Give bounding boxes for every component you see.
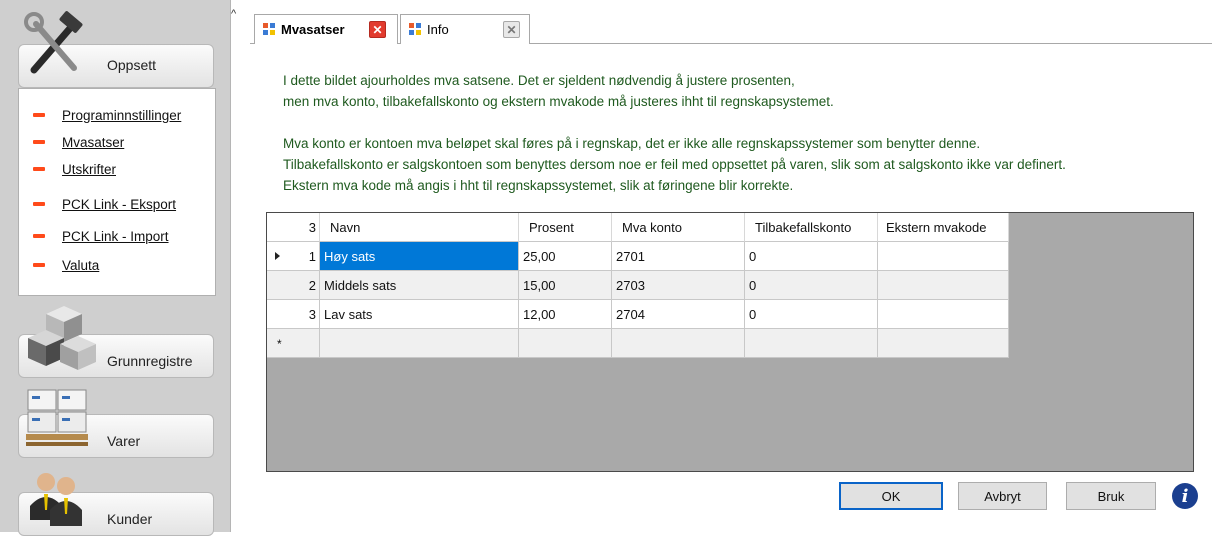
bullet-dash — [33, 263, 45, 267]
form-icon — [263, 23, 276, 36]
oppsett-menu-panel: Programinnstillinger Mvasatser Utskrifte… — [18, 88, 216, 296]
description-line: Tilbakefallskonto er salgskontoen som be… — [283, 157, 1066, 172]
row-number: 1 — [267, 242, 320, 271]
tab-label: Info — [427, 22, 449, 37]
tab-info[interactable]: Info ✕ — [400, 14, 530, 44]
menu-item-pck-link-import[interactable]: PCK Link - Import — [33, 226, 169, 246]
cubes-icon — [28, 306, 96, 370]
cell-tilbakefallskonto[interactable]: 0 — [745, 300, 878, 329]
cell-prosent[interactable] — [519, 329, 612, 358]
boxes-pallet-icon — [26, 389, 88, 446]
cell-mva-konto[interactable] — [612, 329, 745, 358]
group-grunnregistre-label: Grunnregistre — [107, 353, 193, 369]
bullet-dash — [33, 113, 45, 117]
tab-mvasatser[interactable]: Mvasatser ✕ — [254, 14, 398, 44]
row-count-header: 3 — [267, 213, 320, 242]
avbryt-button[interactable]: Avbryt — [958, 482, 1047, 510]
table-row[interactable]: 3 Lav sats 12,00 2704 0 — [267, 300, 1009, 329]
sidebar: Oppsett Programinnstillinger Mvasatser U… — [0, 0, 231, 536]
column-header-tilbakefallskonto[interactable]: Tilbakefallskonto — [745, 213, 878, 242]
row-number: 3 — [267, 300, 320, 329]
menu-item-mvasatser[interactable]: Mvasatser — [33, 132, 124, 152]
cell-mva-konto[interactable]: 2704 — [612, 300, 745, 329]
bullet-dash — [33, 140, 45, 144]
ok-button[interactable]: OK — [839, 482, 943, 510]
group-varer-label: Varer — [107, 433, 141, 449]
menu-item-label: Programinnstillinger — [62, 107, 182, 123]
bullet-dash — [33, 202, 45, 206]
table-row[interactable]: 1 Høy sats 25,00 2701 0 — [267, 242, 1009, 271]
cell-ekstern-mvakode[interactable] — [878, 329, 1009, 358]
cell-navn[interactable] — [320, 329, 519, 358]
cell-prosent[interactable]: 25,00 — [519, 242, 612, 271]
close-tab-icon[interactable]: ✕ — [503, 21, 520, 38]
cell-tilbakefallskonto[interactable]: 0 — [745, 271, 878, 300]
cell-ekstern-mvakode[interactable] — [878, 242, 1009, 271]
cell-ekstern-mvakode[interactable] — [878, 271, 1009, 300]
column-header-ekstern-mvakode[interactable]: Ekstern mvakode — [878, 213, 1009, 242]
description-line: men mva konto, tilbakefallskonto og ekst… — [283, 94, 834, 109]
info-icon[interactable]: i — [1172, 483, 1198, 509]
grid-header-row: 3 Navn Prosent Mva konto Tilbakefallskon… — [267, 213, 1009, 242]
cell-tilbakefallskonto[interactable]: 0 — [745, 242, 878, 271]
vat-rates-grid[interactable]: 3 Navn Prosent Mva konto Tilbakefallskon… — [266, 212, 1194, 472]
close-tab-icon[interactable]: ✕ — [369, 21, 386, 38]
tab-label: Mvasatser — [281, 22, 345, 37]
cell-mva-konto[interactable]: 2701 — [612, 242, 745, 271]
column-header-mva-konto[interactable]: Mva konto — [612, 213, 745, 242]
cell-navn[interactable]: Middels sats — [320, 271, 519, 300]
current-row-arrow-icon — [275, 252, 280, 260]
bullet-dash — [33, 167, 45, 171]
cell-navn[interactable]: Høy sats — [320, 242, 519, 271]
group-oppsett-label: Oppsett — [107, 57, 157, 73]
cell-prosent[interactable]: 12,00 — [519, 300, 612, 329]
new-row[interactable]: * — [267, 329, 1009, 358]
row-number: * — [267, 329, 320, 358]
menu-item-utskrifter[interactable]: Utskrifter — [33, 159, 116, 179]
cell-navn[interactable]: Lav sats — [320, 300, 519, 329]
menu-item-programinnstillinger[interactable]: Programinnstillinger — [33, 105, 181, 125]
description-line: I dette bildet ajourholdes mva satsene. … — [283, 73, 795, 88]
menu-item-pck-link-eksport[interactable]: PCK Link - Eksport — [33, 194, 176, 214]
description-line: Ekstern mva kode må angis i hht til regn… — [283, 178, 794, 193]
cell-mva-konto[interactable]: 2703 — [612, 271, 745, 300]
column-header-prosent[interactable]: Prosent — [519, 213, 612, 242]
menu-item-valuta[interactable]: Valuta — [33, 255, 99, 275]
menu-item-label: Mvasatser — [62, 134, 125, 150]
bruk-button[interactable]: Bruk — [1066, 482, 1156, 510]
menu-item-label: PCK Link - Eksport — [62, 196, 177, 212]
cell-prosent[interactable]: 15,00 — [519, 271, 612, 300]
scroll-up-icon[interactable]: ^ — [231, 8, 236, 20]
customers-icon — [30, 473, 82, 526]
new-row-marker: * — [277, 337, 282, 351]
form-icon — [409, 23, 422, 36]
tools-icon — [24, 11, 83, 74]
row-number-label: 1 — [308, 248, 316, 264]
bullet-dash — [33, 234, 45, 238]
table-row[interactable]: 2 Middels sats 15,00 2703 0 — [267, 271, 1009, 300]
group-kunder-label: Kunder — [107, 511, 153, 527]
row-number: 2 — [267, 271, 320, 300]
cell-tilbakefallskonto[interactable] — [745, 329, 878, 358]
description-line: Mva konto er kontoen mva beløpet skal fø… — [283, 136, 981, 151]
menu-item-label: Valuta — [62, 257, 100, 273]
cell-ekstern-mvakode[interactable] — [878, 300, 1009, 329]
menu-item-label: Utskrifter — [62, 161, 116, 177]
menu-item-label: PCK Link - Import — [62, 228, 169, 244]
column-header-navn[interactable]: Navn — [320, 213, 519, 242]
